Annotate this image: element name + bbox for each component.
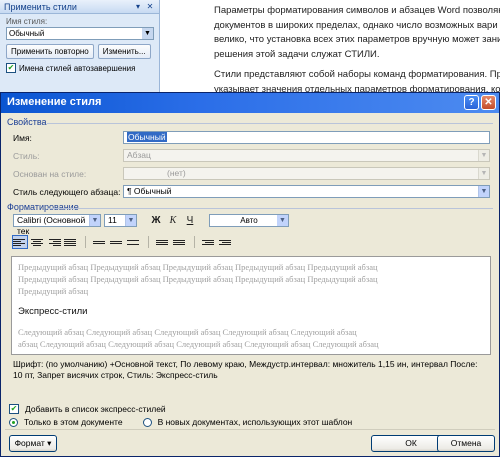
document-body: Параметры форматирования символов и абза… xyxy=(200,0,500,95)
chevron-down-icon[interactable]: ▼ xyxy=(89,215,100,226)
font-name-select[interactable]: Calibri (Основной тек ▼ xyxy=(13,214,101,236)
toolbar-divider xyxy=(85,236,86,248)
align-right-button[interactable] xyxy=(47,236,61,248)
scope-row: Только в этом документе В новых документ… xyxy=(9,417,352,427)
based-on-value: (нет) xyxy=(167,168,186,178)
sample-text-preview: Экспресс-стили xyxy=(18,306,88,317)
toolbar-divider xyxy=(148,236,149,248)
reapply-button[interactable]: Применить повторно xyxy=(6,44,94,59)
based-on-select[interactable]: (нет) ▼ xyxy=(123,167,490,180)
name-value: Обычный xyxy=(127,132,167,142)
chevron-down-icon: ▼ xyxy=(478,150,489,161)
decrease-indent-icon[interactable] xyxy=(202,236,216,248)
style-name-value: Обычный xyxy=(9,29,45,38)
properties-section-title: Свойства xyxy=(1,117,499,127)
new-docs-radio[interactable] xyxy=(142,417,152,427)
chevron-down-icon: ▾ xyxy=(47,438,52,448)
cancel-button[interactable]: Отмена xyxy=(437,435,495,452)
format-button[interactable]: Формат ▾ xyxy=(9,435,57,452)
dialog-titlebar: Изменение стиля ? ✕ xyxy=(1,93,499,113)
italic-button[interactable]: К xyxy=(166,214,180,227)
font-toolbar: Calibri (Основной тек ▼ 11 ▼ Ж К Ч Авто … xyxy=(13,214,289,236)
paragraph-toolbar xyxy=(12,235,233,249)
increase-indent-icon[interactable] xyxy=(219,236,233,248)
based-on-row: Основан на стиле: (нет) ▼ xyxy=(13,167,490,180)
next-style-value: ¶ Обычный xyxy=(127,186,172,196)
dialog-title: Изменение стиля xyxy=(7,96,102,108)
style-type-value: Абзац xyxy=(127,150,151,160)
style-type-label: Стиль: xyxy=(13,150,40,161)
next-style-label: Стиль следующего абзаца: xyxy=(13,186,121,197)
bold-button[interactable]: Ж xyxy=(149,214,163,227)
formatting-section-title: Форматирование xyxy=(1,202,499,212)
chevron-down-icon[interactable]: ▼ xyxy=(142,28,153,39)
add-to-quick-checkbox[interactable]: ✔ xyxy=(9,404,19,414)
modify-style-dialog: Изменение стиля ? ✕ Свойства Имя: Обычны… xyxy=(0,92,500,457)
name-row: Имя: Обычный xyxy=(13,131,490,144)
single-spacing-button[interactable] xyxy=(93,236,107,248)
next-paragraph-preview: Следующий абзац Следующий абзац Следующи… xyxy=(18,327,379,349)
help-button[interactable]: ? xyxy=(464,95,479,110)
style-type-row: Стиль: Абзац ▼ xyxy=(13,149,490,162)
chevron-down-icon[interactable]: ▼ xyxy=(125,215,136,226)
name-input[interactable]: Обычный xyxy=(123,131,490,144)
based-on-label: Основан на стиле: xyxy=(13,168,87,179)
modify-button[interactable]: Изменить... xyxy=(97,44,151,59)
chevron-down-icon[interactable]: ▼ xyxy=(478,186,489,197)
underline-button[interactable]: Ч xyxy=(183,214,197,227)
double-spacing-button[interactable] xyxy=(127,236,141,248)
apply-styles-pane-title: Применить стили xyxy=(4,1,77,12)
only-this-doc-radio[interactable] xyxy=(9,417,18,427)
space-before-icon[interactable] xyxy=(156,236,170,248)
style-name-combobox[interactable]: Обычный ▼ xyxy=(6,27,154,40)
add-to-quick-row: ✔ Добавить в список экспресс-стилей xyxy=(9,404,166,414)
autocomplete-checkbox[interactable]: ✔ xyxy=(6,63,16,73)
align-center-button[interactable] xyxy=(30,236,44,248)
align-left-button[interactable] xyxy=(12,235,28,249)
style-type-select[interactable]: Абзац ▼ xyxy=(123,149,490,162)
font-size-value: 11 xyxy=(108,215,117,225)
toolbar-divider xyxy=(194,236,195,248)
justify-button[interactable] xyxy=(64,236,78,248)
font-size-select[interactable]: 11 ▼ xyxy=(104,214,137,227)
new-docs-label: В новых документах, использующих этот ша… xyxy=(157,417,353,427)
name-label: Имя: xyxy=(13,132,32,143)
style-preview: Предыдущий абзац Предыдущий абзац Предыд… xyxy=(11,256,491,355)
one-half-spacing-button[interactable] xyxy=(110,236,124,248)
document-paragraph-1: Параметры форматирования символов и абза… xyxy=(214,5,500,60)
pane-options-icon[interactable]: ▾ xyxy=(133,2,143,12)
font-color-value: Авто xyxy=(240,216,258,225)
space-after-icon[interactable] xyxy=(173,236,187,248)
add-to-quick-label: Добавить в список экспресс-стилей xyxy=(25,404,166,414)
autocomplete-label: Имена стилей автозавершения xyxy=(19,63,136,73)
only-this-doc-label: Только в этом документе xyxy=(24,417,123,427)
close-button[interactable]: ✕ xyxy=(481,95,496,110)
previous-paragraph-preview: Предыдущий абзац Предыдущий абзац Предыд… xyxy=(18,262,378,296)
next-style-row: Стиль следующего абзаца: ¶ Обычный ▼ xyxy=(13,185,490,198)
apply-styles-pane-header: Применить стили ▾ ✕ xyxy=(0,0,159,14)
next-style-select[interactable]: ¶ Обычный ▼ xyxy=(123,185,490,198)
font-color-select[interactable]: Авто ▼ xyxy=(209,214,289,227)
chevron-down-icon[interactable]: ▼ xyxy=(277,215,288,226)
pane-close-icon[interactable]: ✕ xyxy=(145,2,155,12)
style-name-label: Имя стиля: xyxy=(6,17,48,26)
style-description: Шрифт: (по умолчанию) +Основной текст, П… xyxy=(13,359,478,380)
apply-styles-pane: Применить стили ▾ ✕ Имя стиля: Обычный ▼… xyxy=(0,0,160,92)
chevron-down-icon: ▼ xyxy=(478,168,489,179)
font-name-value: Calibri (Основной тек xyxy=(17,215,86,236)
divider xyxy=(5,429,495,430)
